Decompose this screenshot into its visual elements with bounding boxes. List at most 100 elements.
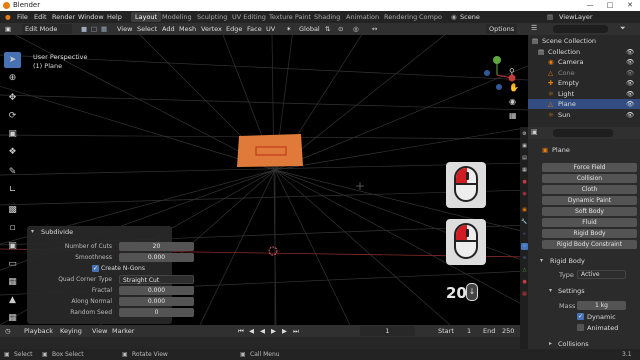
mode-selector[interactable]: Edit Mode bbox=[22, 24, 72, 34]
rigid-body-constraint-button[interactable]: Rigid Body Constraint bbox=[542, 240, 637, 249]
menu-uv[interactable]: UV bbox=[264, 24, 277, 34]
menu-select[interactable]: Select bbox=[135, 24, 159, 34]
bevel-icon[interactable]: ▭ bbox=[4, 256, 21, 272]
object-tab-icon[interactable]: ▣ bbox=[521, 207, 528, 214]
pan-hand-icon[interactable]: ✋ bbox=[509, 83, 519, 92]
tab-modeling[interactable]: Modeling bbox=[158, 12, 196, 22]
measure-icon[interactable]: ∟ bbox=[4, 182, 21, 198]
scene-tab-icon[interactable]: ● bbox=[521, 179, 528, 186]
modifiers-tab-icon[interactable]: 🔧 bbox=[521, 219, 528, 226]
tab-sculpting[interactable]: Sculpting bbox=[193, 12, 231, 22]
snap-icon[interactable]: ⊙ bbox=[336, 24, 345, 34]
timeline-editor-icon[interactable]: ◷ bbox=[3, 326, 13, 336]
view-layer-tab-icon[interactable]: ▦ bbox=[521, 167, 528, 174]
outliner-row-camera[interactable]: ◉ Camera 👁 bbox=[528, 57, 640, 67]
number-of-cuts-field[interactable]: 20 bbox=[119, 242, 194, 251]
expand-icon[interactable]: ▸ bbox=[549, 340, 552, 347]
close-button[interactable]: ✕ bbox=[620, 0, 640, 11]
loop-cut-icon[interactable]: ▦ bbox=[4, 274, 21, 290]
properties-search-input[interactable] bbox=[553, 129, 613, 137]
blender-menu-icon[interactable]: ● bbox=[2, 12, 14, 22]
pivot-icon[interactable]: ⇅ bbox=[323, 24, 332, 34]
constraints-tab-icon[interactable]: ∞ bbox=[521, 255, 528, 262]
next-keyframe-icon[interactable]: ▶ bbox=[280, 326, 289, 336]
material-tab-icon[interactable]: ● bbox=[521, 279, 528, 286]
rotate-icon[interactable]: ⟳ bbox=[4, 108, 21, 124]
output-tab-icon[interactable]: ▤ bbox=[521, 155, 528, 162]
fractal-field[interactable]: 0.000 bbox=[119, 286, 194, 295]
inset-icon[interactable]: ▣ bbox=[4, 238, 21, 254]
orientation-selector[interactable]: Global bbox=[297, 24, 322, 34]
menu-file[interactable]: File bbox=[14, 12, 31, 22]
visibility-eye-icon[interactable]: 👁 bbox=[626, 110, 634, 120]
tab-shading[interactable]: Shading bbox=[310, 12, 344, 22]
transform-orientation-icon[interactable]: ✶ bbox=[284, 24, 293, 34]
properties-editor-icon[interactable]: ▣ bbox=[531, 128, 538, 136]
dynamic-paint-button[interactable]: Dynamic Paint bbox=[542, 196, 637, 205]
fluid-button[interactable]: Fluid bbox=[542, 218, 637, 227]
create-ngons-checkbox[interactable]: ✓ bbox=[92, 265, 99, 272]
texture-tab-icon[interactable]: ▦ bbox=[521, 291, 528, 298]
outliner-editor-icon[interactable]: ☰ bbox=[531, 24, 537, 32]
menu-view[interactable]: View bbox=[115, 24, 134, 34]
options-dropdown[interactable]: Options bbox=[486, 24, 518, 34]
move-icon[interactable]: ✥ bbox=[4, 90, 21, 106]
playback-menu[interactable]: Playback bbox=[22, 326, 55, 336]
menu-add[interactable]: Add bbox=[160, 24, 177, 34]
scene-selector[interactable]: Scene bbox=[457, 12, 483, 22]
tab-layout[interactable]: Layout bbox=[131, 12, 162, 22]
visibility-eye-icon[interactable]: 👁 bbox=[626, 68, 634, 78]
outliner-row-empty[interactable]: ✚ Empty 👁 bbox=[528, 78, 640, 88]
jump-end-icon[interactable]: ⏭ bbox=[291, 326, 301, 336]
mass-field[interactable]: 1 kg bbox=[577, 301, 626, 310]
outliner-row-light[interactable]: ☼ Light 👁 bbox=[528, 89, 640, 99]
cloth-button[interactable]: Cloth bbox=[542, 185, 637, 194]
camera-view-icon[interactable]: ◉ bbox=[509, 97, 516, 106]
force-field-button[interactable]: Force Field bbox=[542, 163, 637, 172]
collapse-icon[interactable]: ▾ bbox=[31, 228, 34, 235]
collision-button[interactable]: Collision bbox=[542, 174, 637, 183]
marker-menu[interactable]: Marker bbox=[110, 326, 136, 336]
collapse-icon[interactable]: ▾ bbox=[549, 287, 552, 294]
visibility-eye-icon[interactable]: 👁 bbox=[626, 78, 634, 88]
play-icon[interactable]: ▶ bbox=[269, 326, 278, 336]
add-cube-icon[interactable]: ▩ bbox=[4, 202, 21, 218]
soft-body-button[interactable]: Soft Body bbox=[542, 207, 637, 216]
ortho-grid-icon[interactable]: ▦ bbox=[509, 111, 517, 120]
visibility-eye-icon[interactable]: 👁 bbox=[626, 89, 634, 99]
tab-uv-editing[interactable]: UV Editing bbox=[228, 12, 270, 22]
visibility-eye-icon[interactable]: 👁 bbox=[626, 99, 634, 109]
face-select-icon[interactable]: ▦ bbox=[99, 24, 109, 34]
cursor-icon[interactable]: ⊕ bbox=[4, 70, 21, 86]
menu-window[interactable]: Window bbox=[75, 12, 107, 22]
smoothness-field[interactable]: 0.000 bbox=[119, 253, 194, 262]
dynamic-checkbox[interactable]: ✓ bbox=[577, 313, 584, 320]
viewlayer-icon[interactable]: ▤ bbox=[544, 12, 556, 22]
quad-corner-dropdown[interactable]: Straight Cut bbox=[119, 275, 194, 284]
outliner-row-cone[interactable]: △ Cone 👁 bbox=[528, 68, 640, 78]
viewlayer-selector[interactable]: ViewLayer bbox=[556, 12, 596, 22]
menu-render[interactable]: Render bbox=[49, 12, 78, 22]
tab-animation[interactable]: Animation bbox=[342, 12, 383, 22]
collapse-icon[interactable]: ▾ bbox=[540, 257, 543, 264]
timeline-ruler[interactable] bbox=[0, 337, 528, 349]
menu-edge[interactable]: Edge bbox=[224, 24, 244, 34]
outliner-row-scene-collection[interactable]: ▤ Scene Collection bbox=[528, 36, 640, 46]
play-reverse-icon[interactable]: ◀ bbox=[258, 326, 267, 336]
maximize-button[interactable]: □ bbox=[600, 0, 620, 11]
edge-select-icon[interactable]: □ bbox=[89, 24, 99, 34]
outliner-row-collection[interactable]: ▤ Collection 👁 bbox=[528, 47, 640, 57]
end-frame-field[interactable]: 250 bbox=[500, 326, 516, 336]
visibility-eye-icon[interactable]: 👁 bbox=[626, 47, 634, 57]
world-tab-icon[interactable]: ◉ bbox=[521, 191, 528, 198]
physics-tab-icon[interactable]: ◉ bbox=[521, 243, 528, 250]
menu-mesh[interactable]: Mesh bbox=[177, 24, 198, 34]
type-dropdown[interactable]: Active bbox=[577, 270, 626, 279]
visibility-eye-icon[interactable]: 👁 bbox=[626, 57, 634, 67]
knife-icon[interactable]: ▲ bbox=[4, 292, 21, 308]
random-seed-field[interactable]: 0 bbox=[119, 308, 194, 317]
menu-vertex[interactable]: Vertex bbox=[199, 24, 224, 34]
minimize-button[interactable]: — bbox=[580, 0, 600, 11]
timeline-view-menu[interactable]: View bbox=[90, 326, 109, 336]
menu-face[interactable]: Face bbox=[245, 24, 264, 34]
